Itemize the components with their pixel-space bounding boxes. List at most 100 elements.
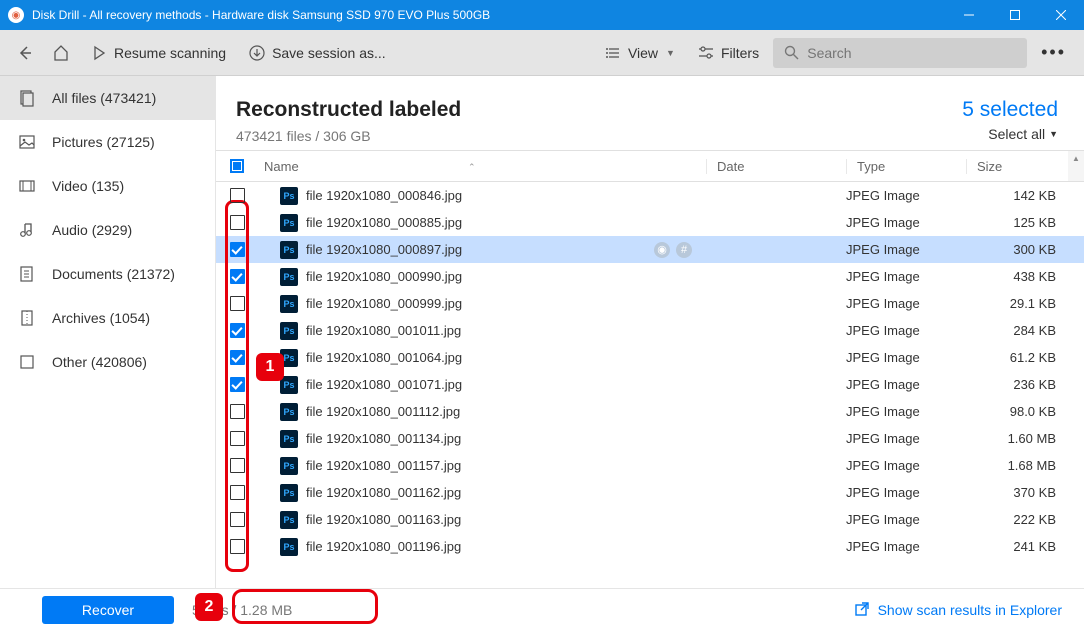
file-name: file 1920x1080_001071.jpg [306,377,462,392]
row-checkbox[interactable] [230,350,245,365]
scroll-up-icon[interactable]: ▲ [1068,151,1084,181]
file-type: JPEG Image [846,539,966,554]
minimize-button[interactable] [946,0,992,30]
sidebar-item-pictures[interactable]: Pictures (27125) [0,120,215,164]
row-checkbox[interactable] [230,431,245,446]
table-row[interactable]: Psfile 1920x1080_001163.jpgJPEG Image222… [216,506,1084,533]
filters-button[interactable]: Filters [689,38,767,68]
row-checkbox[interactable] [230,188,245,203]
file-size: 98.0 KB [966,404,1084,419]
table-row[interactable]: Psfile 1920x1080_000999.jpgJPEG Image29.… [216,290,1084,317]
file-size: 29.1 KB [966,296,1084,311]
ps-file-icon: Ps [280,538,298,556]
sidebar-item-documents[interactable]: Documents (21372) [0,252,215,296]
select-all-label: Select all [988,126,1045,142]
file-type: JPEG Image [846,404,966,419]
table-row[interactable]: Psfile 1920x1080_001162.jpgJPEG Image370… [216,479,1084,506]
titlebar: ◉ Disk Drill - All recovery methods - Ha… [0,0,1084,30]
table-row[interactable]: Psfile 1920x1080_000846.jpgJPEG Image142… [216,182,1084,209]
footer: Recover 5 files / 1.28 MB Show scan resu… [0,588,1084,631]
column-date[interactable]: Date [706,159,846,174]
row-checkbox[interactable] [230,323,245,338]
column-name[interactable]: Name⌃ [258,159,706,174]
row-checkbox[interactable] [230,485,245,500]
filters-label: Filters [721,45,759,61]
file-name: file 1920x1080_001162.jpg [306,485,461,500]
row-checkbox[interactable] [230,269,245,284]
annotation-badge-1: 1 [256,353,284,381]
row-checkbox[interactable] [230,296,245,311]
file-type: JPEG Image [846,242,966,257]
file-name: file 1920x1080_001163.jpg [306,512,461,527]
table-row[interactable]: Psfile 1920x1080_001112.jpgJPEG Image98.… [216,398,1084,425]
annotation-badge-2: 2 [195,593,223,621]
search-input[interactable] [807,45,1017,61]
maximize-button[interactable] [992,0,1038,30]
file-size: 300 KB [966,242,1084,257]
sidebar-item-label: Video (135) [52,178,124,194]
more-icon: ••• [1041,42,1066,62]
hex-icon[interactable]: # [676,242,692,258]
row-checkbox[interactable] [230,512,245,527]
column-type[interactable]: Type [846,159,966,174]
table-row[interactable]: Psfile 1920x1080_000885.jpgJPEG Image125… [216,209,1084,236]
table-row[interactable]: Psfile 1920x1080_000990.jpgJPEG Image438… [216,263,1084,290]
sidebar-item-all-files[interactable]: All files (473421) [0,76,215,120]
sidebar-item-archives[interactable]: Archives (1054) [0,296,215,340]
ps-file-icon: Ps [280,322,298,340]
recover-button[interactable]: Recover [42,596,174,624]
file-name: file 1920x1080_000990.jpg [306,269,462,284]
resume-scanning-button[interactable]: Resume scanning [82,38,234,68]
selected-count: 5 selected [962,98,1058,122]
show-in-explorer-link[interactable]: Show scan results in Explorer [854,601,1062,620]
row-checkbox[interactable] [230,458,245,473]
table-row[interactable]: Psfile 1920x1080_001157.jpgJPEG Image1.6… [216,452,1084,479]
select-all-button[interactable]: Select all▼ [962,126,1058,142]
table-row[interactable]: Psfile 1920x1080_001011.jpgJPEG Image284… [216,317,1084,344]
master-checkbox[interactable] [230,159,244,173]
sliders-icon [697,44,715,62]
other-icon [18,353,36,371]
save-session-button[interactable]: Save session as... [240,38,394,68]
file-name: file 1920x1080_001064.jpg [306,350,462,365]
sidebar-item-other[interactable]: Other (420806) [0,340,215,384]
search-icon [783,44,799,62]
sidebar-item-label: Archives (1054) [52,310,150,326]
table-row[interactable]: Psfile 1920x1080_001071.jpgJPEG Image236… [216,371,1084,398]
sidebar: All files (473421) Pictures (27125) Vide… [0,76,216,588]
file-type: JPEG Image [846,431,966,446]
file-size: 1.68 MB [966,458,1084,473]
table-row[interactable]: Psfile 1920x1080_001196.jpgJPEG Image241… [216,533,1084,560]
row-checkbox[interactable] [230,377,245,392]
app-icon: ◉ [8,7,24,23]
search-box[interactable] [773,38,1027,68]
explorer-label: Show scan results in Explorer [878,602,1062,618]
close-button[interactable] [1038,0,1084,30]
back-button[interactable] [10,38,40,68]
sort-asc-icon: ⌃ [468,162,476,173]
sidebar-item-video[interactable]: Video (135) [0,164,215,208]
document-icon [18,265,36,283]
download-icon [248,44,266,62]
row-checkbox[interactable] [230,539,245,554]
row-checkbox[interactable] [230,404,245,419]
table-row[interactable]: Psfile 1920x1080_000897.jpg◉#JPEG Image3… [216,236,1084,263]
more-button[interactable]: ••• [1033,42,1074,63]
table-row[interactable]: Psfile 1920x1080_001134.jpgJPEG Image1.6… [216,425,1084,452]
sidebar-item-audio[interactable]: Audio (2929) [0,208,215,252]
table-row[interactable]: Psfile 1920x1080_001064.jpgJPEG Image61.… [216,344,1084,371]
row-checkbox[interactable] [230,215,245,230]
ps-file-icon: Ps [280,295,298,313]
row-checkbox[interactable] [230,242,245,257]
table-header: Name⌃ Date Type Size ▲ [216,150,1084,182]
column-size[interactable]: Size [966,159,1068,174]
home-button[interactable] [46,38,76,68]
file-size: 1.60 MB [966,431,1084,446]
chevron-down-icon: ▼ [666,48,675,58]
file-size: 222 KB [966,512,1084,527]
picture-icon [18,133,36,151]
file-size: 241 KB [966,539,1084,554]
eye-icon[interactable]: ◉ [654,242,670,258]
view-dropdown[interactable]: View ▼ [596,38,683,68]
file-size: 236 KB [966,377,1084,392]
